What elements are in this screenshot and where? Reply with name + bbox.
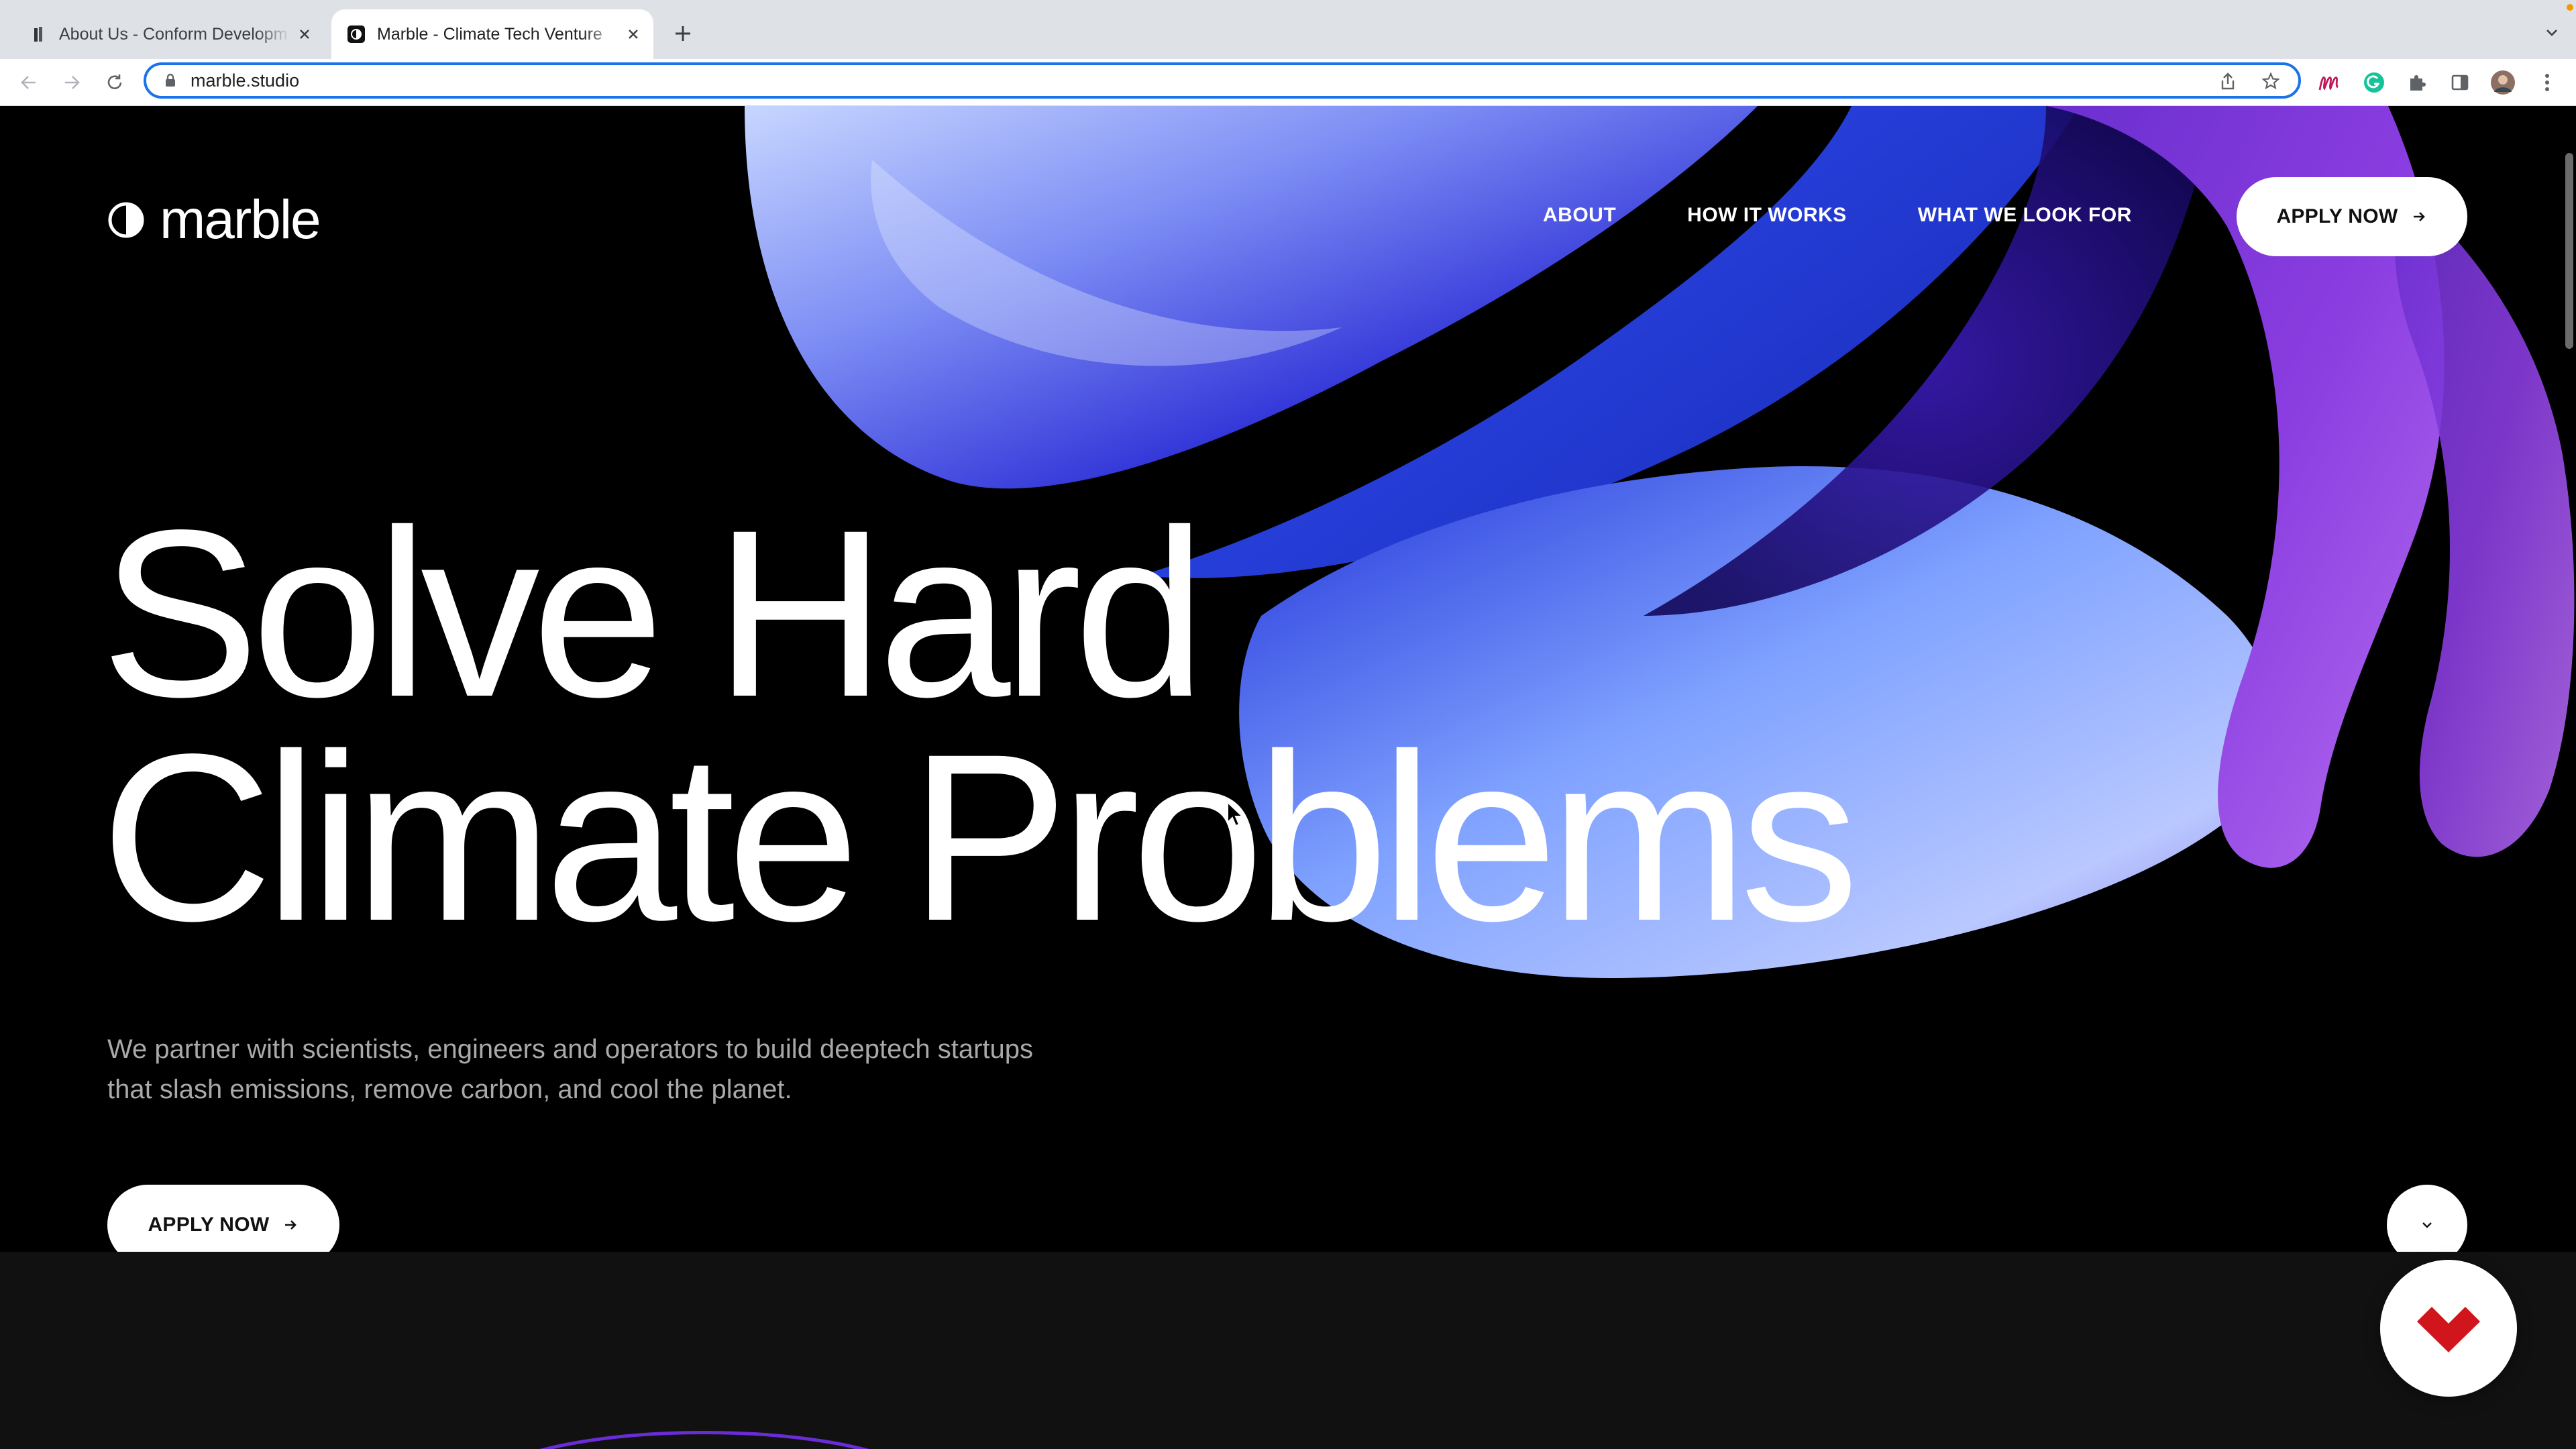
extension-m-icon[interactable] — [2316, 68, 2344, 97]
headline-line-2: Climate Problems — [101, 705, 1859, 971]
browser-menu-icon[interactable] — [2533, 68, 2561, 97]
tab-search-chevron-icon[interactable] — [2538, 19, 2565, 46]
hero-headline: Solve Hard Climate Problems — [101, 481, 1859, 971]
apply-now-hero-button[interactable]: APPLY NOW — [107, 1185, 339, 1252]
hero-subtext: We partner with scientists, engineers an… — [107, 1034, 1034, 1104]
tab-title: Marble - Climate Tech Venture — [377, 24, 602, 44]
close-tab-icon[interactable] — [620, 21, 647, 48]
nav-link-about[interactable]: ABOUT — [1543, 204, 1616, 227]
screen: About Us - Conform Developm Marble - Cli… — [0, 0, 2576, 1449]
lock-icon[interactable] — [162, 72, 178, 89]
browser-toolbar: marble.studio — [0, 59, 2576, 106]
extensions-puzzle-icon[interactable] — [2403, 68, 2431, 97]
browser-tab-strip: About Us - Conform Developm Marble - Cli… — [0, 0, 2576, 59]
marble-logo[interactable]: marble — [107, 189, 321, 250]
recording-indicator — [2567, 4, 2573, 11]
hero-section: marble ABOUT HOW IT WORKS WHAT WE LOOK F… — [0, 106, 2576, 1252]
arrow-right-icon — [2410, 208, 2428, 225]
half-circle-icon — [108, 202, 144, 238]
button-label: APPLY NOW — [148, 1214, 270, 1236]
page-scrollbar[interactable] — [2561, 140, 2576, 1448]
bookmark-star-icon[interactable] — [2261, 71, 2281, 91]
headline-line-1: Solve Hard — [101, 481, 1206, 747]
web-page: marble ABOUT HOW IT WORKS WHAT WE LOOK F… — [0, 106, 2576, 1449]
reload-icon[interactable] — [101, 68, 129, 97]
main-nav: ABOUT HOW IT WORKS WHAT WE LOOK FOR — [1543, 204, 2132, 227]
conform-favicon-icon — [30, 25, 47, 43]
close-tab-icon[interactable] — [291, 21, 318, 48]
marble-favicon-icon — [347, 25, 365, 43]
purple-arc-decoration — [540, 1431, 869, 1449]
profile-avatar[interactable] — [2489, 68, 2517, 97]
chevron-down-icon — [2422, 1222, 2432, 1228]
heart-like-logo-icon — [2417, 1307, 2480, 1352]
back-arrow-icon[interactable] — [15, 68, 43, 97]
tab-marble[interactable]: Marble - Climate Tech Venture — [331, 9, 653, 59]
nav-link-how-it-works[interactable]: HOW IT WORKS — [1687, 204, 1847, 227]
tab-about-us[interactable]: About Us - Conform Developm — [13, 9, 325, 59]
forward-arrow-icon[interactable] — [58, 68, 86, 97]
address-bar[interactable]: marble.studio — [144, 62, 2301, 99]
new-tab-button[interactable] — [668, 19, 698, 48]
next-section — [0, 1252, 2576, 1449]
url-text[interactable]: marble.studio — [191, 70, 299, 91]
scrollbar-thumb[interactable] — [2565, 153, 2573, 349]
mouse-cursor-icon — [1227, 801, 1244, 827]
side-panel-icon[interactable] — [2446, 68, 2474, 97]
button-label: APPLY NOW — [2276, 205, 2398, 227]
tab-title: About Us - Conform Developm — [59, 24, 288, 44]
arrow-right-icon — [282, 1216, 299, 1234]
nav-link-what-we-look-for[interactable]: WHAT WE LOOK FOR — [1918, 204, 2132, 227]
logo-text: marble — [160, 189, 321, 250]
share-icon[interactable] — [2218, 71, 2238, 91]
grammarly-icon[interactable] — [2360, 68, 2388, 97]
chat-widget-button[interactable] — [2380, 1260, 2517, 1397]
apply-now-header-button[interactable]: APPLY NOW — [2237, 177, 2467, 256]
